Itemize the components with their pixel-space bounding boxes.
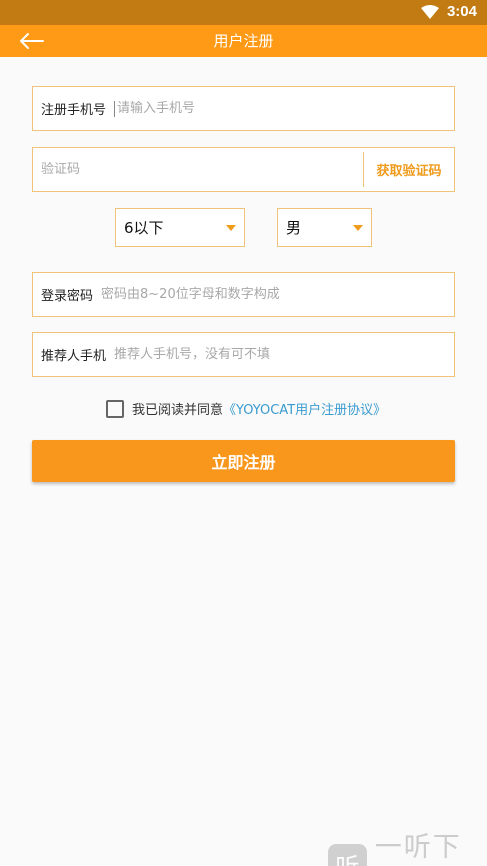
watermark-logo: 听 bbox=[328, 844, 367, 866]
agreement-row: 我已阅读并同意 《YOYOCAT用户注册协议》 bbox=[106, 399, 386, 418]
get-code-button[interactable]: 获取验证码 bbox=[364, 160, 454, 179]
phone-field[interactable]: 注册手机号 bbox=[32, 86, 455, 131]
referrer-label: 推荐人手机 bbox=[41, 349, 107, 364]
agreement-checkbox[interactable] bbox=[106, 399, 124, 418]
verification-code-input[interactable] bbox=[33, 148, 363, 191]
referrer-field[interactable]: 推荐人手机 bbox=[32, 332, 455, 377]
referrer-input[interactable] bbox=[106, 333, 454, 376]
page-title: 用户注册 bbox=[213, 32, 274, 50]
dropdown-caret-icon bbox=[226, 225, 236, 231]
dropdown-caret-icon bbox=[353, 225, 363, 231]
password-label: 登录密码 bbox=[41, 289, 94, 304]
status-icons: 3:04 bbox=[420, 3, 477, 20]
password-input[interactable] bbox=[93, 273, 454, 316]
wifi-icon bbox=[420, 4, 439, 19]
phone-input[interactable] bbox=[115, 87, 454, 130]
status-time: 3:04 bbox=[446, 3, 477, 20]
app-bar: 用户注册 bbox=[0, 25, 487, 57]
gender-select-value: 男 bbox=[286, 219, 302, 237]
watermark: 听 一听下载 bbox=[328, 825, 487, 866]
password-field[interactable]: 登录密码 bbox=[32, 272, 455, 317]
agreement-text: 我已阅读并同意 bbox=[132, 403, 224, 418]
phone-label: 注册手机号 bbox=[41, 103, 107, 118]
age-select[interactable]: 6以下 bbox=[115, 208, 245, 247]
watermark-text: 一听下载 bbox=[374, 832, 462, 863]
status-bar: 3:04 bbox=[0, 0, 487, 25]
register-button[interactable]: 立即注册 bbox=[32, 440, 455, 482]
age-select-value: 6以下 bbox=[124, 219, 164, 237]
agreement-link[interactable]: 《YOYOCAT用户注册协议》 bbox=[223, 399, 386, 418]
verification-code-field[interactable]: 获取验证码 bbox=[32, 147, 455, 192]
gender-select[interactable]: 男 bbox=[277, 208, 372, 247]
